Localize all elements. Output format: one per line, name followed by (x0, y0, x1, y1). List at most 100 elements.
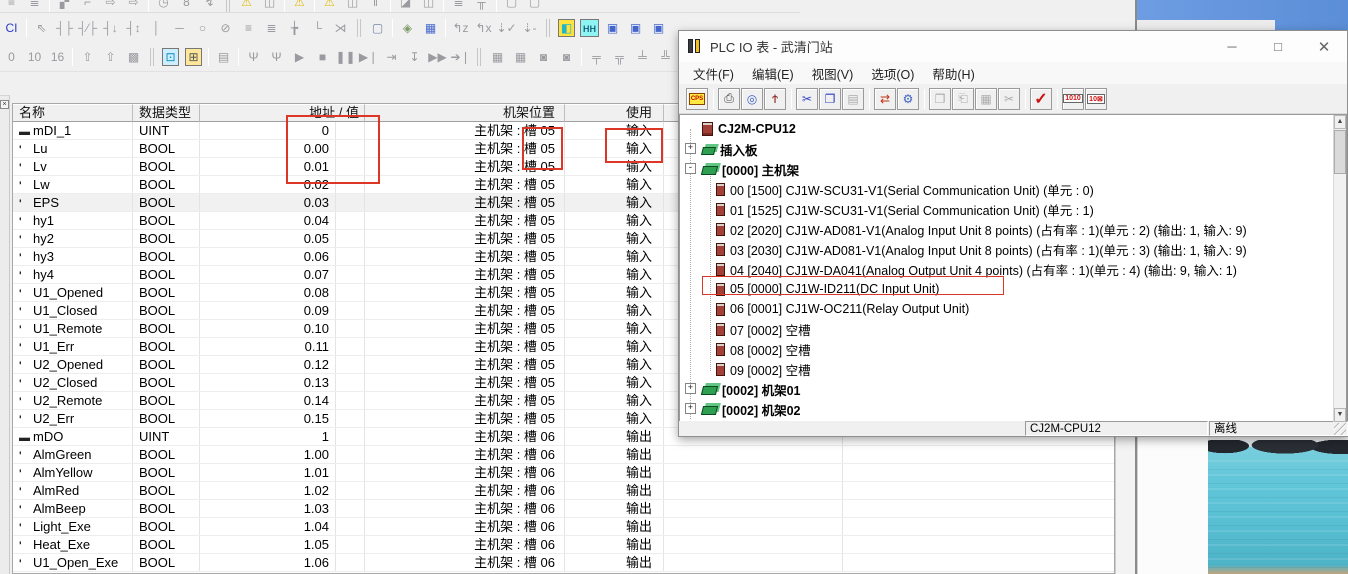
cell-name[interactable]: 'U1_Remote (13, 320, 133, 337)
scroll-up-icon[interactable]: ▲ (1334, 115, 1346, 129)
continuous-step-icon[interactable]: ▶▶ (426, 46, 449, 68)
column-header-name[interactable]: 名称 (13, 104, 133, 122)
cell-address[interactable]: 0.09 (200, 302, 336, 319)
cell-rack-position[interactable]: 主机架 : 槽 06 (365, 518, 565, 535)
window-tile-icon[interactable]: ▣ (601, 17, 624, 39)
table-row[interactable]: 'AlmGreenBOOL1.00主机架 : 槽 06输出 (13, 446, 1114, 464)
pause-icon[interactable]: ❚❚ (334, 46, 357, 68)
cell-data-type[interactable]: UINT (133, 428, 200, 445)
cell-data-type[interactable]: BOOL (133, 140, 200, 157)
copy-icon[interactable]: ❐ (819, 88, 841, 110)
cell-data-type[interactable]: BOOL (133, 482, 200, 499)
cell-usage[interactable]: 输入 (565, 302, 664, 319)
counter-icon[interactable]: ◫ (258, 0, 281, 13)
cell-rack-position[interactable]: 主机架 : 槽 05 (365, 338, 565, 355)
cell-extra-2[interactable] (843, 518, 1114, 535)
cell-value[interactable] (336, 266, 365, 283)
cell-usage[interactable]: 输出 (565, 518, 664, 535)
cell-address[interactable]: 0.11 (200, 338, 336, 355)
hold-icon[interactable]: ‖ (364, 0, 387, 13)
cell-address[interactable]: 0.14 (200, 392, 336, 409)
cell-name[interactable]: 'U2_Opened (13, 356, 133, 373)
monitor-glasses-icon[interactable]: ʜʜ (578, 17, 601, 39)
cell-rack-position[interactable]: 主机架 : 槽 06 (365, 482, 565, 499)
force-cancel-icon[interactable]: ▩ (122, 46, 145, 68)
cell-data-type[interactable]: BOOL (133, 230, 200, 247)
tree-scrollbar[interactable]: ▲ ▼ (1333, 115, 1346, 422)
column-header-type[interactable]: 数据类型 (133, 104, 200, 122)
cell-usage[interactable]: 输出 (565, 482, 664, 499)
cell-usage[interactable]: 输入 (565, 248, 664, 265)
function-block-tool[interactable]: ≣ (260, 17, 283, 39)
coil-closed-tool[interactable]: ⊘ (214, 17, 237, 39)
cell-address[interactable]: 1.06 (200, 554, 336, 571)
cell-rack-position[interactable]: 主机架 : 槽 05 (365, 212, 565, 229)
cell-value[interactable] (336, 230, 365, 247)
menu-item-e[interactable]: 编辑(E) (746, 62, 800, 85)
cell-data-type[interactable]: BOOL (133, 320, 200, 337)
transfer-program-icon[interactable]: ▤ (212, 46, 235, 68)
cell-name[interactable]: 'AlmBeep (13, 500, 133, 517)
tree-item[interactable]: +[0002] 机架02 (680, 399, 1332, 419)
cell-value[interactable] (336, 500, 365, 517)
warning-list-icon[interactable]: ⚠ (288, 0, 311, 13)
cell-extra[interactable] (664, 446, 843, 463)
cell-rack-position[interactable]: 主机架 : 槽 05 (365, 248, 565, 265)
run-icon[interactable]: ▶ (288, 46, 311, 68)
cell-name[interactable]: 'U2_Err (13, 410, 133, 427)
cell-data-type[interactable]: BOOL (133, 338, 200, 355)
cell-rack-position[interactable]: 主机架 : 槽 06 (365, 428, 565, 445)
cell-data-type[interactable]: BOOL (133, 194, 200, 211)
cell-usage[interactable]: 输出 (565, 500, 664, 517)
cell-usage[interactable]: 输入 (565, 356, 664, 373)
cell-name[interactable]: 'U1_Opened (13, 284, 133, 301)
table-row[interactable]: 'AlmRedBOOL1.02主机架 : 槽 06输出 (13, 482, 1114, 500)
expand-plus-icon[interactable]: + (685, 383, 696, 394)
monitor-decimal-icon[interactable]: 10 (23, 46, 46, 68)
cell-data-type[interactable]: BOOL (133, 536, 200, 553)
cross-ref-icon[interactable]: 8 (175, 0, 198, 13)
cell-rack-position[interactable]: 主机架 : 槽 05 (365, 356, 565, 373)
online-edit-icon[interactable]: ▦ (419, 17, 442, 39)
cell-address[interactable]: 0.06 (200, 248, 336, 265)
menu-item-o[interactable]: 选项(O) (865, 62, 920, 85)
goto-output-icon[interactable]: ⇨ (122, 0, 145, 13)
print-preview-icon[interactable]: ◎ (741, 88, 763, 110)
cell-usage[interactable]: 输入 (565, 230, 664, 247)
grid-icon[interactable]: ≡ (0, 0, 23, 13)
cell-name[interactable]: 'hy4 (13, 266, 133, 283)
cell-extra[interactable] (664, 554, 843, 571)
scroll-down-icon[interactable]: ▼ (1334, 408, 1346, 422)
window-icon[interactable]: ◪ (394, 0, 417, 13)
expand-plus-icon[interactable]: + (685, 143, 696, 154)
set-value-icon[interactable]: ⇧ (76, 46, 99, 68)
trace-icon[interactable]: ≣ (447, 0, 470, 13)
resize-grip[interactable] (1334, 423, 1346, 435)
step-out-icon[interactable]: ↧ (403, 46, 426, 68)
cell-address[interactable]: 0.03 (200, 194, 336, 211)
cell-name[interactable]: 'hy2 (13, 230, 133, 247)
cell-usage[interactable]: 输出 (565, 446, 664, 463)
cell-rack-position[interactable]: 主机架 : 槽 06 (365, 446, 565, 463)
cell-rack-position[interactable]: 主机架 : 槽 05 (365, 266, 565, 283)
cell-extra[interactable] (664, 464, 843, 481)
cell-value[interactable] (336, 320, 365, 337)
program-check-icon[interactable]: ▢ (366, 17, 389, 39)
cell-address[interactable]: 1.02 (200, 482, 336, 499)
cell-usage[interactable]: 输出 (565, 464, 664, 481)
cell-name[interactable]: 'Heat_Exe (13, 536, 133, 553)
cell-extra[interactable] (664, 482, 843, 499)
cell-rack-position[interactable]: 主机架 : 槽 05 (365, 230, 565, 247)
cell-usage[interactable]: 输入 (565, 284, 664, 301)
cell-address[interactable]: 0.13 (200, 374, 336, 391)
instruction-tool[interactable]: ≡ (237, 17, 260, 39)
cell-address[interactable]: 0.15 (200, 410, 336, 427)
menu-item-h[interactable]: 帮助(H) (926, 62, 980, 85)
cell-data-type[interactable]: BOOL (133, 446, 200, 463)
collapse-minus-icon[interactable]: - (685, 163, 696, 174)
online-simulator-icon[interactable]: ⊞ (182, 46, 205, 68)
horizontal-line-tool[interactable]: ─ (168, 17, 191, 39)
window-split-icon[interactable]: ▣ (647, 17, 670, 39)
pause-monitor-icon[interactable]: ◫ (341, 0, 364, 13)
cell-data-type[interactable]: BOOL (133, 356, 200, 373)
